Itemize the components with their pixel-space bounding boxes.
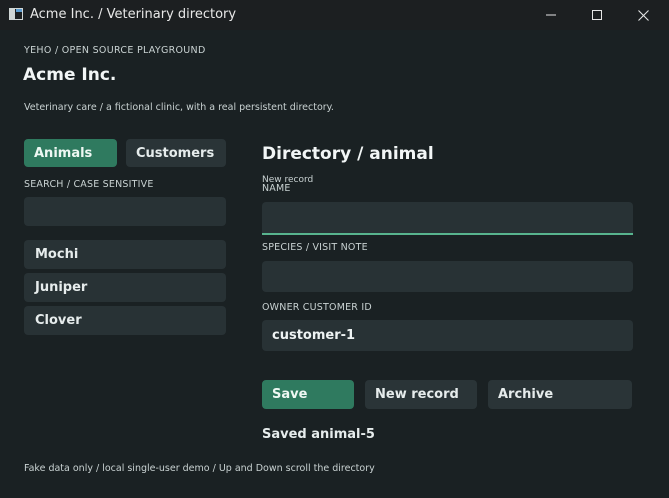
close-icon xyxy=(637,9,649,21)
list-item-label: Mochi xyxy=(35,247,79,262)
species-field[interactable] xyxy=(262,261,633,292)
brand-title: Acme Inc. xyxy=(23,65,117,85)
species-label: SPECIES / VISIT NOTE xyxy=(262,242,368,253)
name-field[interactable] xyxy=(262,202,633,235)
tab-customers[interactable]: Customers xyxy=(126,139,226,167)
window-title: Acme Inc. / Veterinary directory xyxy=(30,7,237,22)
minimize-icon xyxy=(546,14,556,16)
tagline-text: Veterinary care / a fictional clinic, wi… xyxy=(24,102,334,113)
overline-text: YEHO / OPEN SOURCE PLAYGROUND xyxy=(24,45,206,56)
minimize-button[interactable] xyxy=(528,0,574,30)
app-window-icon xyxy=(9,8,23,20)
search-input[interactable] xyxy=(24,197,226,226)
save-status: Saved animal-5 xyxy=(262,427,375,442)
list-item-label: Clover xyxy=(35,313,82,328)
editor-title: Directory / animal xyxy=(262,144,434,164)
list-item-mochi[interactable]: Mochi xyxy=(24,240,226,269)
new-record-button[interactable]: New record xyxy=(365,380,477,409)
owner-label: OWNER CUSTOMER ID xyxy=(262,302,372,313)
title-bar[interactable]: Acme Inc. / Veterinary directory xyxy=(0,0,669,30)
list-item-label: Juniper xyxy=(35,280,88,295)
footer-text: Fake data only / local single-user demo … xyxy=(24,463,375,474)
owner-customer-id-field[interactable] xyxy=(262,320,633,351)
list-item-clover[interactable]: Clover xyxy=(24,306,226,335)
maximize-button[interactable] xyxy=(574,0,620,30)
tab-animals[interactable]: Animals xyxy=(24,139,117,167)
maximize-icon xyxy=(592,10,602,20)
app-window: Acme Inc. / Veterinary directory YEHO / … xyxy=(0,0,669,498)
archive-button[interactable]: Archive xyxy=(488,380,632,409)
save-button[interactable]: Save xyxy=(262,380,354,409)
search-label: SEARCH / CASE SENSITIVE xyxy=(24,179,154,190)
list-item-juniper[interactable]: Juniper xyxy=(24,273,226,302)
close-button[interactable] xyxy=(620,0,666,30)
name-label: NAME xyxy=(262,183,291,194)
